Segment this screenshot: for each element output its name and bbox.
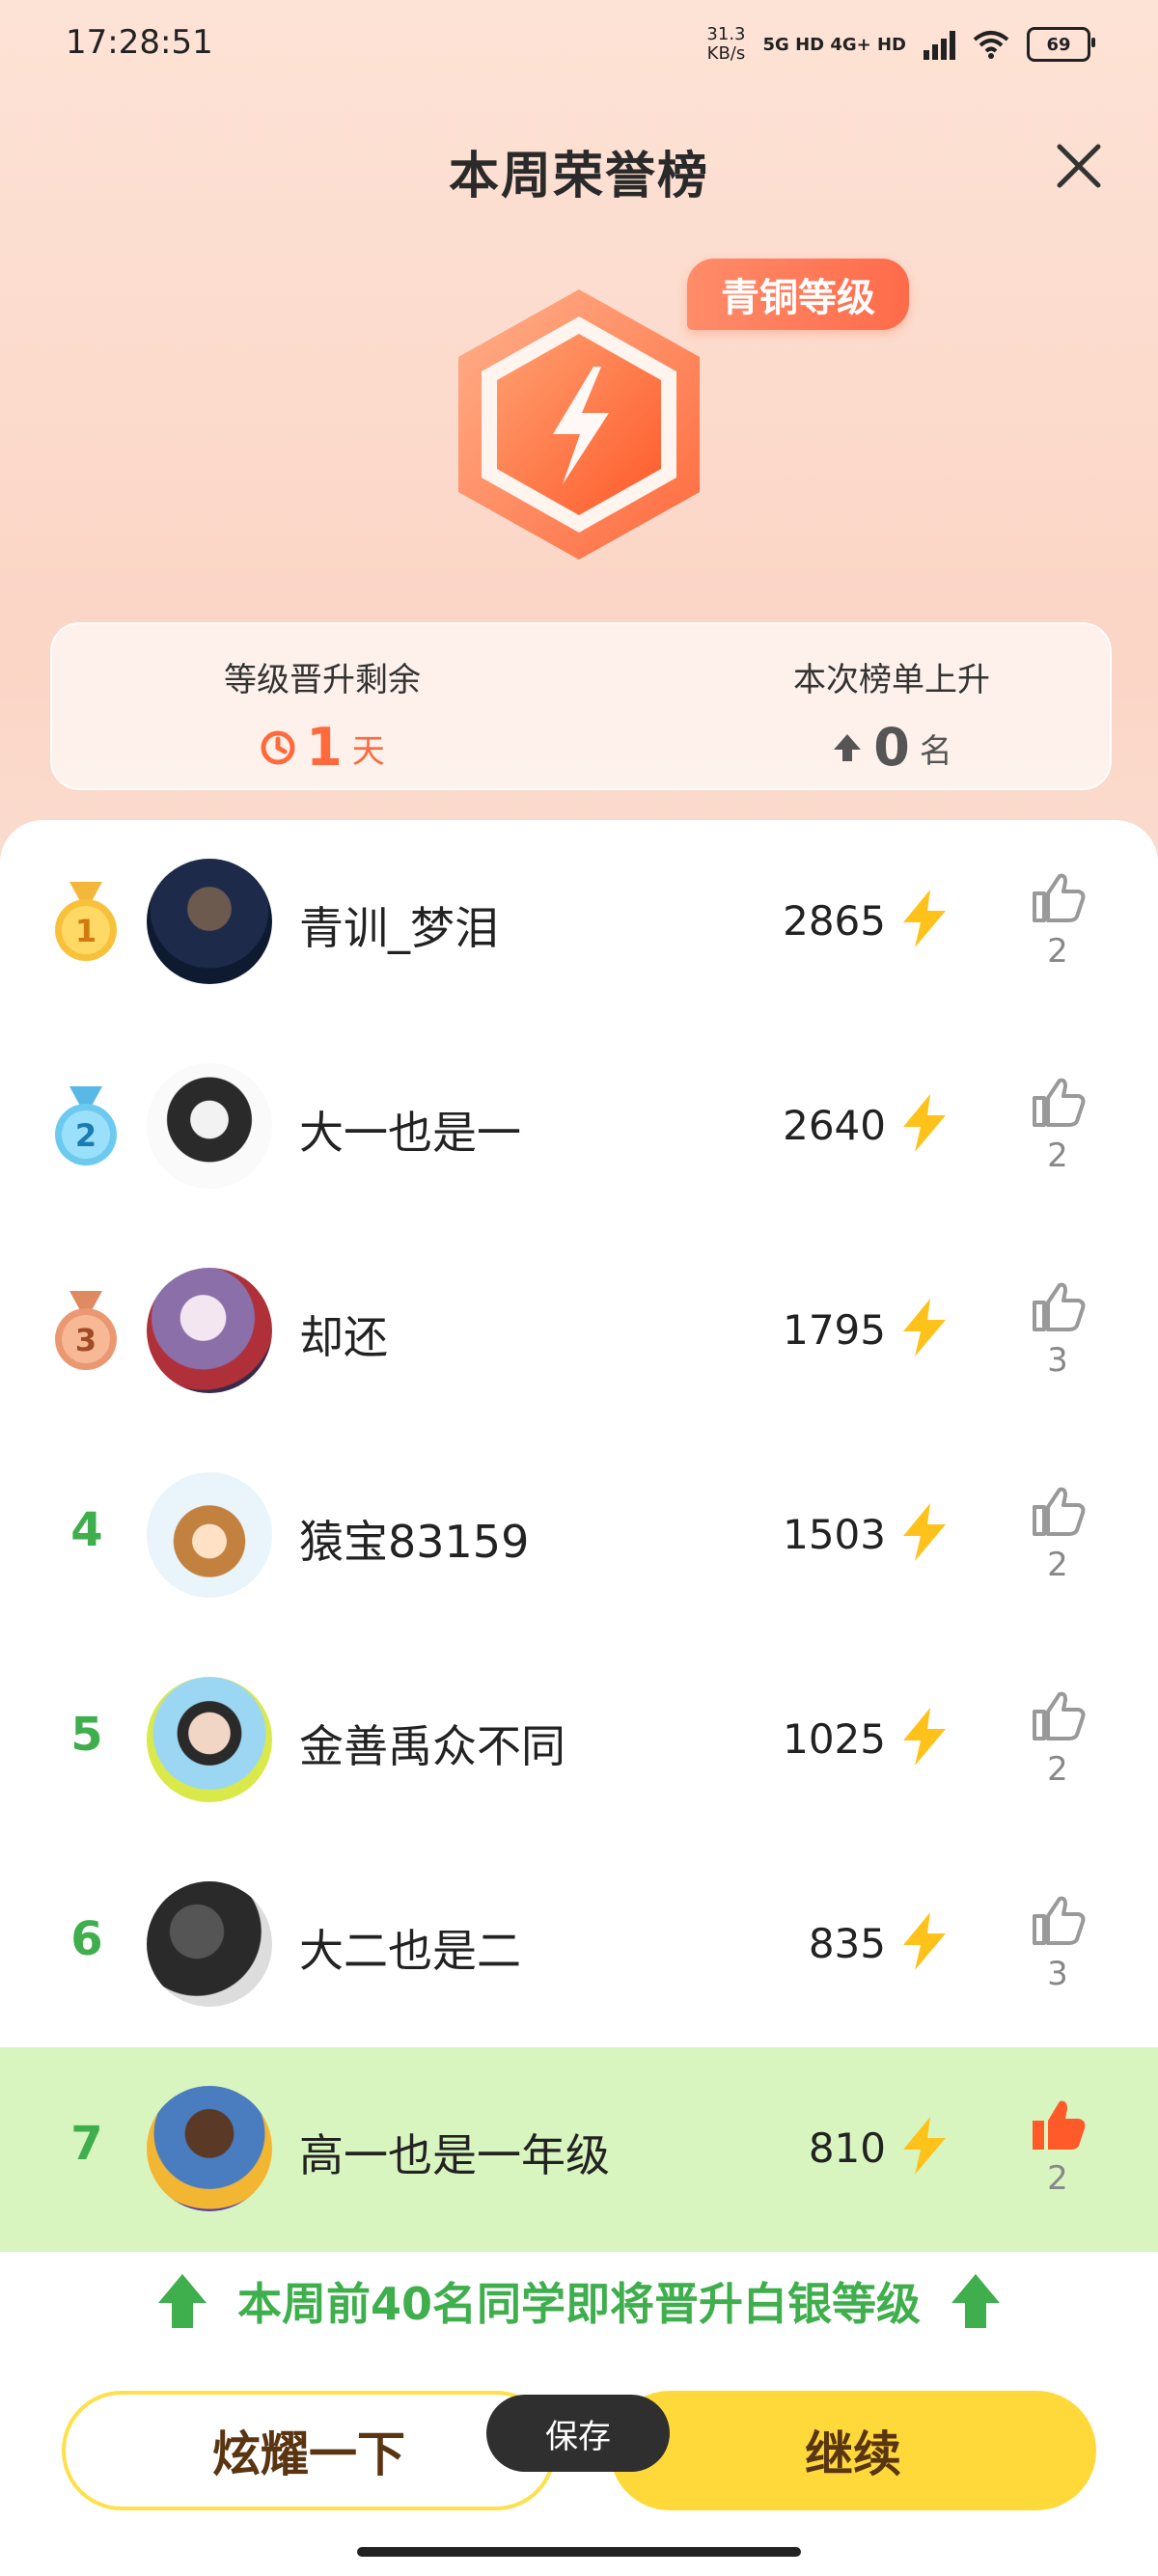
leaderboard-row: 2 大一也是一 2640 2: [0, 1025, 1158, 1229]
player-score: 835: [808, 1920, 886, 1967]
lightning-icon: [903, 1708, 946, 1766]
show-off-button[interactable]: 炫耀一下: [62, 2391, 556, 2510]
stats-card: 等级晋升剩余 1 天 本次榜单上升 0 名: [50, 622, 1112, 790]
avatar[interactable]: [147, 1472, 272, 1598]
continue-button[interactable]: 继续: [610, 2391, 1096, 2510]
svg-text:1: 1: [75, 913, 96, 949]
leaderboard-row: 3 却还 1795 3: [0, 1229, 1158, 1434]
avatar[interactable]: [147, 1677, 272, 1802]
up-arrow-icon: [834, 734, 862, 761]
like-button[interactable]: 2: [1023, 870, 1092, 986]
up-arrow-icon: [951, 2274, 1000, 2328]
gold-medal-icon: 1: [55, 882, 117, 961]
bronze-medal-icon: 3: [55, 1291, 117, 1370]
thumbs-up-icon: [1033, 1078, 1086, 1127]
rank-number: 5: [70, 1708, 103, 1762]
signal-icon: [924, 29, 955, 60]
battery-icon: 69: [1027, 27, 1095, 62]
lightning-icon: [903, 1912, 946, 1970]
save-toast: 保存: [486, 2395, 670, 2472]
thumbs-up-icon: [1033, 1487, 1086, 1536]
clock-icon: [261, 730, 295, 765]
promotion-notice: 本周前40名同学即将晋升白银等级: [0, 2258, 1158, 2344]
silver-medal-icon: 2: [55, 1086, 117, 1165]
thumbs-up-icon: [1033, 1691, 1086, 1740]
close-icon[interactable]: [1048, 135, 1110, 197]
like-count: 2: [1047, 1750, 1068, 1789]
leaderboard-row: 5 金善禹众不同 1025 2: [0, 1638, 1158, 1843]
promotion-remaining: 等级晋升剩余 1 天: [224, 661, 421, 778]
status-bar: 17:28:51 31.3 KB/s 5G HD 4G+ HD 69: [0, 0, 1158, 87]
player-score: 1503: [783, 1511, 886, 1558]
player-name: 高一也是一年级: [299, 2129, 610, 2181]
home-indicator[interactable]: [357, 2547, 801, 2557]
wifi-icon: [973, 31, 1009, 59]
leaderboard-row: 1 青训_梦泪 2865 2: [0, 820, 1158, 1025]
rank-number: 4: [70, 1503, 103, 1557]
player-name: 猿宝83159: [299, 1516, 530, 1568]
leaderboard-row: 6 大二也是二 835 3: [0, 1843, 1158, 2047]
rank-number: 6: [70, 1912, 103, 1966]
status-icons: 31.3 KB/s 5G HD 4G+ HD 69: [706, 24, 1095, 64]
player-score: 1795: [783, 1306, 886, 1354]
status-time: 17:28:51: [66, 23, 213, 62]
like-count: 2: [1047, 1546, 1068, 1584]
like-count: 3: [1047, 1341, 1068, 1380]
leaderboard-row: 4 猿宝83159 1503 2: [0, 1434, 1158, 1638]
like-button[interactable]: 2: [1023, 1075, 1092, 1191]
lightning-icon: [903, 890, 946, 947]
like-count: 2: [1047, 1137, 1068, 1175]
like-count: 2: [1047, 2159, 1068, 2198]
lightning-icon: [903, 2117, 946, 2175]
lightning-icon: [903, 1503, 946, 1561]
thumbs-up-icon: [1033, 1896, 1086, 1945]
page-title: 本周荣誉榜: [448, 148, 709, 206]
tier-badge-label: 青铜等级: [687, 259, 909, 330]
player-score: 1025: [783, 1715, 886, 1763]
like-button[interactable]: 3: [1023, 1279, 1092, 1395]
thumbs-up-filled-icon: [1033, 2100, 1086, 2150]
promotion-text: 本周前40名同学即将晋升白银等级: [236, 2278, 921, 2330]
lightning-icon: [903, 1299, 946, 1357]
player-name: 大一也是一: [299, 1107, 521, 1159]
thumbs-up-icon: [1033, 873, 1086, 922]
lightning-icon: [903, 1094, 946, 1152]
svg-text:2: 2: [75, 1117, 96, 1154]
avatar[interactable]: [147, 1268, 272, 1393]
up-arrow-icon: [157, 2274, 207, 2328]
svg-text:3: 3: [75, 1322, 96, 1358]
like-button[interactable]: 2: [1023, 1484, 1092, 1600]
like-button[interactable]: 3: [1023, 1893, 1092, 2009]
player-name: 却还: [299, 1311, 388, 1363]
network-type: 5G HD 4G+ HD: [762, 34, 907, 55]
lightning-hexagon-icon: [458, 289, 700, 560]
like-count: 3: [1047, 1955, 1068, 1993]
player-score: 810: [808, 2124, 886, 2172]
player-name: 金善禹众不同: [299, 1720, 565, 1772]
avatar[interactable]: [147, 1881, 272, 2007]
avatar[interactable]: [147, 2086, 272, 2211]
avatar[interactable]: [147, 859, 272, 984]
player-score: 2865: [783, 897, 886, 945]
player-name: 大二也是二: [299, 1925, 521, 1977]
rank-number: 7: [70, 2117, 103, 2171]
thumbs-up-icon: [1033, 1282, 1086, 1331]
avatar[interactable]: [147, 1063, 272, 1189]
like-button[interactable]: 2: [1023, 1688, 1092, 1804]
player-score: 2640: [783, 1102, 886, 1149]
like-button[interactable]: 2: [1023, 2097, 1092, 2213]
player-name: 青训_梦泪: [299, 902, 499, 954]
rank-rise: 本次榜单上升 0 名: [793, 661, 990, 778]
network-speed: 31.3 KB/s: [706, 24, 746, 64]
current-user-row: 7 高一也是一年级 810 2: [0, 2047, 1158, 2252]
like-count: 2: [1047, 932, 1068, 971]
